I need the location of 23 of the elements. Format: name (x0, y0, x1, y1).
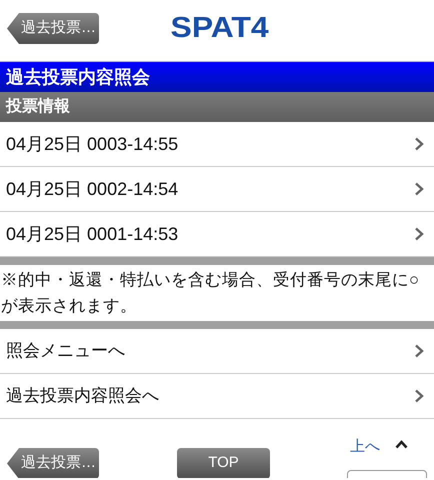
vote-row-label: 04月25日 0002-14:54 (6, 178, 178, 200)
chevron-right-icon (414, 137, 424, 151)
vote-row[interactable]: 04月25日 0003-14:55 (0, 122, 434, 167)
title-bar: 過去投票内容照会 (0, 62, 434, 92)
top-button[interactable]: TOP (177, 448, 270, 478)
vote-row[interactable]: 04月25日 0002-14:54 (0, 167, 434, 212)
caret-up-icon (395, 440, 408, 449)
menu-item-label: 照会メニューへ (6, 340, 125, 362)
chevron-right-icon (414, 227, 424, 241)
menu-item[interactable]: 照会メニューへ (0, 329, 434, 374)
back-button[interactable]: 過去投票… (7, 13, 99, 44)
section-header: 投票情報 (0, 92, 434, 122)
menu-item-label: 過去投票内容照会へ (6, 385, 159, 408)
back-button[interactable]: 過去投票… (7, 448, 99, 478)
menu-item[interactable]: 過去投票内容照会へ (0, 374, 434, 419)
vote-row-label: 04月25日 0003-14:55 (6, 132, 178, 156)
chevron-right-icon (414, 182, 424, 196)
chevron-right-icon (414, 344, 424, 358)
vote-row-label: 04月25日 0001-14:53 (6, 222, 178, 246)
note-text: ※的中・返還・特払いを含む場合、受付番号の末尾に○が表示されます。 (0, 269, 420, 317)
chevron-right-icon (414, 389, 424, 403)
logo: SPAT4 (170, 12, 269, 44)
scroll-top-link[interactable]: 上へ (350, 436, 380, 458)
